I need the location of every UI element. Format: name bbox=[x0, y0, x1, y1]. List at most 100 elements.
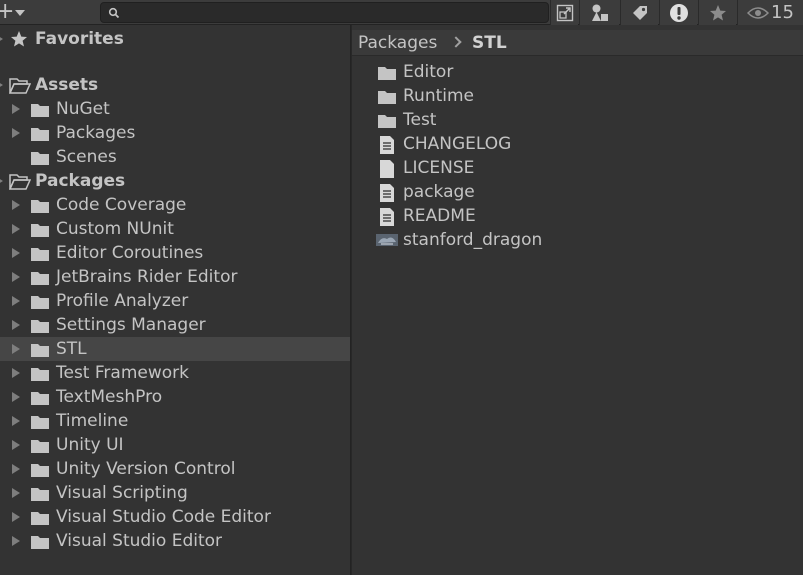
tree-item-packages-folder[interactable]: Packages bbox=[0, 121, 350, 145]
tree-item-scenes[interactable]: Scenes bbox=[0, 145, 350, 169]
tree-item-package[interactable]: Visual Studio Editor bbox=[0, 529, 350, 553]
project-toolbar: + 15 bbox=[0, 0, 803, 25]
favorite-star-icon bbox=[11, 31, 27, 47]
tree-item-label: Timeline bbox=[56, 411, 129, 431]
asset-item-label: CHANGELOG bbox=[403, 134, 512, 154]
folder-icon bbox=[31, 536, 49, 549]
tree-item-label: Unity UI bbox=[56, 435, 124, 455]
tree-item-package[interactable]: TextMeshPro bbox=[0, 385, 350, 409]
expand-arrow-icon bbox=[12, 272, 20, 282]
search-icon bbox=[108, 7, 120, 19]
asset-item-label: LICENSE bbox=[403, 158, 475, 178]
search-by-log-type-button[interactable] bbox=[659, 0, 697, 25]
open-in-window-button[interactable] bbox=[550, 0, 578, 25]
tree-item-label: STL bbox=[56, 339, 87, 359]
asset-item-mesh[interactable]: stanford_dragon bbox=[352, 228, 803, 252]
expand-arrow-icon bbox=[12, 224, 20, 234]
tree-item-package[interactable]: Settings Manager bbox=[0, 313, 350, 337]
folder-icon bbox=[31, 104, 49, 117]
expand-arrow-icon bbox=[12, 512, 20, 522]
folder-icon bbox=[31, 512, 49, 525]
mesh-model-icon bbox=[376, 234, 398, 246]
tree-item-stl-selected[interactable]: STL bbox=[0, 337, 350, 361]
asset-item-text[interactable]: package bbox=[352, 180, 803, 204]
asset-item-folder[interactable]: Runtime bbox=[352, 84, 803, 108]
breadcrumb-item-current[interactable]: STL bbox=[472, 32, 507, 54]
search-by-type-button[interactable] bbox=[579, 0, 619, 25]
tree-item-label: Custom NUnit bbox=[56, 219, 174, 239]
expand-arrow-icon bbox=[12, 200, 20, 210]
asset-item-label: Editor bbox=[403, 62, 454, 82]
open-folder-icon bbox=[9, 78, 31, 94]
folder-icon bbox=[378, 115, 396, 128]
folder-icon bbox=[31, 368, 49, 381]
folder-icon bbox=[31, 296, 49, 309]
type-filter-icon bbox=[591, 4, 608, 21]
tree-item-label: Test Framework bbox=[56, 363, 189, 383]
log-filter-icon bbox=[669, 3, 688, 22]
expand-arrow-icon bbox=[12, 248, 20, 258]
project-window: + 15 Favorites Assets NuGet Packages Sce… bbox=[0, 0, 803, 575]
expand-arrow-icon bbox=[0, 176, 3, 186]
text-document-icon bbox=[380, 208, 394, 226]
tree-item-package[interactable]: Timeline bbox=[0, 409, 350, 433]
folder-icon bbox=[31, 464, 49, 477]
tree-item-label: Code Coverage bbox=[56, 195, 187, 215]
tree-item-package[interactable]: Custom NUnit bbox=[0, 217, 350, 241]
tree-item-package[interactable]: Test Framework bbox=[0, 361, 350, 385]
tree-item-package[interactable]: Visual Scripting bbox=[0, 481, 350, 505]
tree-item-label: Assets bbox=[35, 75, 99, 95]
folder-icon bbox=[31, 200, 49, 213]
folder-tree-panel: Favorites Assets NuGet Packages Scenes P… bbox=[0, 25, 351, 575]
tree-item-assets[interactable]: Assets bbox=[0, 73, 350, 97]
tree-item-label: Scenes bbox=[56, 147, 117, 167]
chevron-down-icon bbox=[15, 10, 25, 16]
tree-item-packages[interactable]: Packages bbox=[0, 169, 350, 193]
tree-item-label: JetBrains Rider Editor bbox=[56, 267, 238, 287]
folder-contents-panel: Packages STL Editor Runtime Test CHANGEL… bbox=[352, 25, 803, 575]
search-by-label-button[interactable] bbox=[620, 0, 658, 25]
tree-item-package[interactable]: Unity Version Control bbox=[0, 457, 350, 481]
expand-arrow-icon bbox=[12, 296, 20, 306]
create-dropdown-button[interactable]: + bbox=[0, 0, 34, 24]
folder-icon bbox=[31, 152, 49, 165]
tree-item-label: Editor Coroutines bbox=[56, 243, 204, 263]
tree-item-package[interactable]: JetBrains Rider Editor bbox=[0, 265, 350, 289]
hidden-packages-count: 15 bbox=[771, 2, 794, 23]
asset-item-file[interactable]: LICENSE bbox=[352, 156, 803, 180]
tree-item-package[interactable]: Unity UI bbox=[0, 433, 350, 457]
tree-item-package[interactable]: Editor Coroutines bbox=[0, 241, 350, 265]
tree-item-label: NuGet bbox=[56, 99, 110, 119]
tree-item-package[interactable]: Code Coverage bbox=[0, 193, 350, 217]
asset-item-text[interactable]: CHANGELOG bbox=[352, 132, 803, 156]
favorites-filter-button[interactable] bbox=[698, 0, 736, 25]
expand-arrow-icon bbox=[12, 392, 20, 402]
folder-icon bbox=[31, 392, 49, 405]
asset-item-text[interactable]: README bbox=[352, 204, 803, 228]
tree-item-label: Visual Studio Editor bbox=[56, 531, 223, 551]
asset-item-folder[interactable]: Editor bbox=[352, 60, 803, 84]
text-document-icon bbox=[380, 184, 394, 202]
expand-arrow-icon bbox=[12, 368, 20, 378]
asset-item-folder[interactable]: Test bbox=[352, 108, 803, 132]
text-document-icon bbox=[380, 136, 394, 154]
tree-item-package[interactable]: Profile Analyzer bbox=[0, 289, 350, 313]
tree-item-favorites[interactable]: Favorites bbox=[0, 27, 350, 51]
folder-icon bbox=[31, 416, 49, 429]
file-icon bbox=[380, 160, 394, 178]
folder-icon bbox=[31, 320, 49, 333]
asset-item-label: package bbox=[403, 182, 475, 202]
chevron-right-icon bbox=[450, 36, 462, 48]
tree-item-package[interactable]: Visual Studio Code Editor bbox=[0, 505, 350, 529]
search-input[interactable] bbox=[125, 4, 540, 21]
breadcrumb-item-packages[interactable]: Packages bbox=[358, 32, 437, 54]
folder-icon bbox=[31, 344, 49, 357]
tree-item-label: Packages bbox=[35, 171, 126, 191]
tree-item-label: TextMeshPro bbox=[56, 387, 163, 407]
hidden-packages-toggle[interactable]: 15 bbox=[737, 0, 803, 25]
create-add-icon: + bbox=[0, 0, 15, 24]
expand-arrow-icon bbox=[12, 104, 20, 114]
search-field[interactable] bbox=[100, 2, 549, 23]
tree-item-nuget[interactable]: NuGet bbox=[0, 97, 350, 121]
label-filter-icon bbox=[632, 5, 647, 20]
